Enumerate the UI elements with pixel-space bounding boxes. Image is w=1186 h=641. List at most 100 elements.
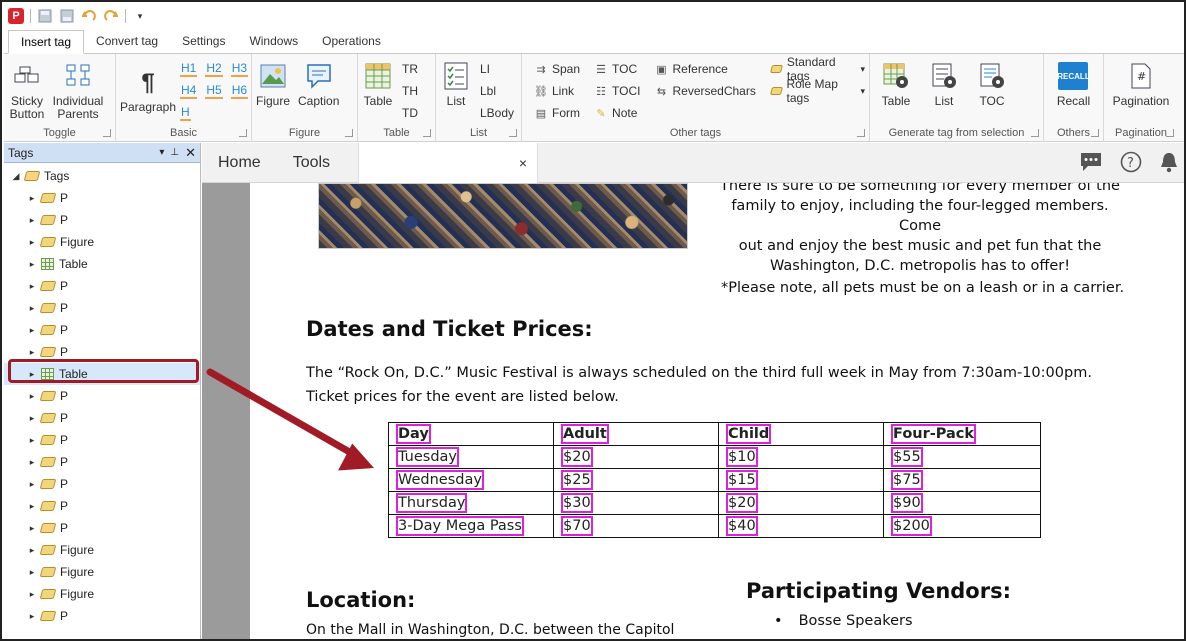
expand-icon[interactable]: ▸ <box>28 479 36 490</box>
collapse-icon[interactable]: ◢ <box>12 171 20 182</box>
tree-node-figure[interactable]: ▸ Figure <box>4 561 200 583</box>
dialog-launcher-icon[interactable] <box>423 129 431 137</box>
lbody-button[interactable]: LBody <box>480 104 514 122</box>
tree-node-figure[interactable]: ▸ Figure <box>4 539 200 561</box>
expand-icon[interactable]: ▸ <box>28 347 36 358</box>
pagination-button[interactable]: # Pagination <box>1113 60 1169 108</box>
note-button[interactable]: ✎ Note <box>594 104 640 122</box>
lbl-button[interactable]: Lbl <box>480 82 514 100</box>
reference-button[interactable]: ▣ Reference <box>654 60 755 78</box>
h6-button[interactable]: H6 <box>230 83 249 99</box>
individual-parents-button[interactable]: Individual Parents <box>50 60 106 121</box>
role-map-tags-dropdown[interactable]: Role Map tags ▾ <box>769 77 865 105</box>
expand-icon[interactable]: ▸ <box>28 193 36 204</box>
save-icon[interactable] <box>37 9 53 23</box>
figure-button[interactable]: Figure <box>256 60 290 108</box>
close-icon[interactable]: ✕ <box>185 145 200 161</box>
close-tab-icon[interactable]: × <box>519 155 527 171</box>
h-button[interactable]: H <box>180 105 191 121</box>
tree-node-p[interactable]: ▸ P <box>4 407 200 429</box>
tree-node-p[interactable]: ▸ P <box>4 319 200 341</box>
dialog-launcher-icon[interactable] <box>1091 129 1099 137</box>
tree-node-p[interactable]: ▸ P <box>4 187 200 209</box>
li-button[interactable]: LI <box>480 60 514 78</box>
help-icon[interactable]: ? <box>1120 151 1142 176</box>
expand-icon[interactable]: ▸ <box>28 259 36 270</box>
generate-table-button[interactable]: Table <box>880 60 912 108</box>
generate-list-button[interactable]: List <box>928 60 960 108</box>
tab-tools[interactable]: Tools <box>277 143 358 183</box>
expand-icon[interactable]: ▸ <box>28 237 36 248</box>
expand-icon[interactable]: ▸ <box>28 457 36 468</box>
table-button[interactable]: Table <box>362 60 394 108</box>
tree-node-p[interactable]: ▸ P <box>4 209 200 231</box>
reversedchars-button[interactable]: ⇆ ReversedChars <box>654 82 756 100</box>
expand-icon[interactable]: ▸ <box>28 325 36 336</box>
tree-node-p[interactable]: ▸ P <box>4 429 200 451</box>
tree-node-p[interactable]: ▸ P <box>4 517 200 539</box>
tree-node-p[interactable]: ▸ P <box>4 297 200 319</box>
recall-button[interactable]: RECALL Recall <box>1057 60 1090 108</box>
pin-icon[interactable]: ⊥ <box>170 147 179 158</box>
toci-button[interactable]: ☷ TOCI <box>594 82 640 100</box>
expand-icon[interactable]: ▸ <box>28 611 36 622</box>
standard-tags-dropdown[interactable]: Standard tags ▾ <box>769 55 865 83</box>
dialog-launcher-icon[interactable] <box>345 129 353 137</box>
expand-icon[interactable]: ▸ <box>28 391 36 402</box>
tab-convert-tag[interactable]: Convert tag <box>84 29 170 53</box>
sticky-button[interactable]: Sticky Button <box>8 60 46 121</box>
list-button[interactable]: List <box>440 60 472 108</box>
tree-node-p[interactable]: ▸ P <box>4 385 200 407</box>
expand-icon[interactable]: ▸ <box>28 545 36 556</box>
tree-node-p[interactable]: ▸ P <box>4 605 200 627</box>
bell-icon[interactable] <box>1160 151 1178 176</box>
undo-icon[interactable] <box>81 9 97 23</box>
tree-root-tags[interactable]: ◢ Tags <box>4 165 200 187</box>
comment-icon[interactable] <box>1080 152 1102 175</box>
expand-icon[interactable]: ▸ <box>28 435 36 446</box>
expand-icon[interactable]: ▸ <box>28 589 36 600</box>
dialog-launcher-icon[interactable] <box>239 129 247 137</box>
dialog-launcher-icon[interactable] <box>509 129 517 137</box>
toc-button[interactable]: ☰ TOC <box>594 60 640 78</box>
tree-node-p[interactable]: ▸ P <box>4 473 200 495</box>
link-button[interactable]: ⛓ Link <box>534 82 580 100</box>
tree-node-table[interactable]: ▸ Table <box>4 253 200 275</box>
dialog-launcher-icon[interactable] <box>103 129 111 137</box>
h5-button[interactable]: H5 <box>205 83 223 99</box>
expand-icon[interactable]: ▸ <box>28 413 36 424</box>
tr-button[interactable]: TR <box>402 60 418 78</box>
expand-icon[interactable]: ▸ <box>28 567 36 578</box>
h1-button[interactable]: H1 <box>180 61 198 77</box>
td-button[interactable]: TD <box>402 104 418 122</box>
redo-icon[interactable] <box>103 9 119 23</box>
th-button[interactable]: TH <box>402 82 418 100</box>
h4-button[interactable]: H4 <box>180 83 198 99</box>
tree-node-figure[interactable]: ▸ Figure <box>4 231 200 253</box>
tab-settings[interactable]: Settings <box>170 29 237 53</box>
caption-button[interactable]: Caption <box>298 60 339 108</box>
dialog-launcher-icon[interactable] <box>857 129 865 137</box>
tab-insert-tag[interactable]: Insert tag <box>8 30 85 54</box>
expand-icon[interactable]: ▸ <box>28 281 36 292</box>
form-button[interactable]: ▤ Form <box>534 104 580 122</box>
expand-icon[interactable]: ▸ <box>28 215 36 226</box>
dialog-launcher-icon[interactable] <box>1031 129 1039 137</box>
dialog-launcher-icon[interactable] <box>1166 129 1174 137</box>
tab-operations[interactable]: Operations <box>310 29 393 53</box>
tree-node-p[interactable]: ▸ P <box>4 451 200 473</box>
tree-node-p[interactable]: ▸ P <box>4 275 200 297</box>
tab-windows[interactable]: Windows <box>237 29 310 53</box>
span-button[interactable]: ⇉ Span <box>534 60 580 78</box>
tab-document[interactable]: × <box>358 143 539 183</box>
paragraph-button[interactable]: ¶ Paragraph <box>120 60 176 114</box>
tab-home[interactable]: Home <box>202 143 277 183</box>
customize-toolbar-icon[interactable]: ▾ <box>132 9 148 23</box>
generate-toc-button[interactable]: TOC <box>976 60 1008 108</box>
tree-node-p[interactable]: ▸ P <box>4 495 200 517</box>
panel-menu-icon[interactable]: ▾ <box>159 147 164 158</box>
tree-node-figure[interactable]: ▸ Figure <box>4 583 200 605</box>
h3-button[interactable]: H3 <box>230 61 249 77</box>
save-as-icon[interactable] <box>59 9 75 23</box>
expand-icon[interactable]: ▸ <box>28 303 36 314</box>
